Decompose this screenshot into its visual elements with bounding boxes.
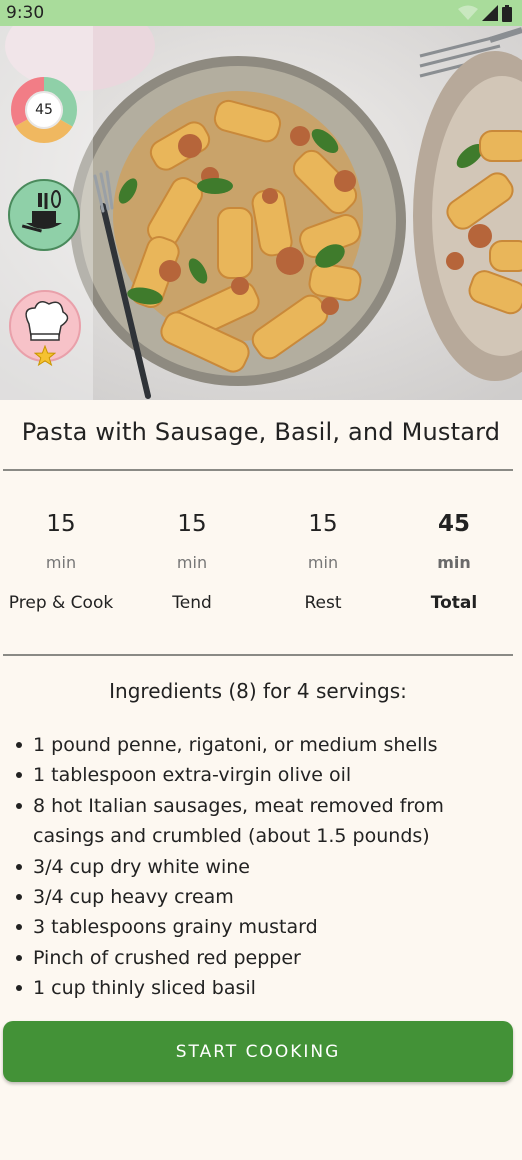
ingredient-item: 1 tablespoon extra-virgin olive oil	[14, 760, 504, 790]
time-unit: min	[437, 553, 471, 572]
cookware-button[interactable]	[8, 179, 80, 251]
ring-total-value: 45	[35, 102, 53, 118]
time-unit: min	[307, 553, 339, 572]
time-label: Rest	[304, 593, 342, 613]
time-total: 45 min Total	[389, 505, 519, 623]
status-time: 9:30	[6, 3, 45, 23]
time-unit: min	[45, 553, 77, 572]
divider-top	[3, 469, 513, 471]
status-bar: 9:30	[0, 0, 522, 26]
total-time-ring: 45	[9, 75, 79, 145]
time-value: 15	[308, 511, 338, 537]
ingredient-item: 3 tablespoons grainy mustard	[14, 912, 504, 942]
ingredient-item: Pinch of crushed red pepper	[14, 943, 504, 973]
ingredient-item: 3/4 cup heavy cream	[14, 882, 504, 912]
status-icons	[458, 4, 512, 22]
time-label: Tend	[172, 593, 212, 613]
time-value: 45	[437, 511, 470, 537]
ingredients-list: 1 pound penne, rigatoni, or medium shell…	[14, 730, 504, 1004]
time-unit: min	[176, 553, 208, 572]
time-label: Prep & Cook	[8, 593, 114, 613]
ingredient-item: 1 pound penne, rigatoni, or medium shell…	[14, 730, 504, 760]
ingredient-item: 1 cup thinly sliced basil	[14, 973, 504, 1003]
signal-icon	[482, 5, 498, 21]
wifi-icon	[458, 5, 478, 20]
ingredients-heading: Ingredients (8) for 4 servings:	[109, 679, 407, 703]
recipe-title: Pasta with Sausage, Basil, and Mustard	[21, 418, 501, 446]
star-icon	[34, 345, 56, 367]
cookware-icon	[21, 190, 62, 233]
ingredient-item: 3/4 cup dry white wine	[14, 852, 504, 882]
time-rest: 15 min Rest	[258, 505, 388, 623]
ingredient-item: 8 hot Italian sausages, meat removed fro…	[14, 791, 504, 852]
time-label: Total	[430, 593, 478, 613]
time-summary: 15 min Prep & Cook 15 min Tend 15 min Re…	[0, 505, 522, 625]
time-tend: 15 min Tend	[127, 505, 257, 623]
time-prep-cook: 15 min Prep & Cook	[0, 505, 126, 623]
divider-bottom	[3, 654, 513, 656]
time-value: 15	[46, 511, 76, 537]
battery-icon	[502, 4, 512, 22]
time-value: 15	[177, 511, 207, 537]
start-cooking-button[interactable]: START COOKING	[3, 1021, 513, 1082]
